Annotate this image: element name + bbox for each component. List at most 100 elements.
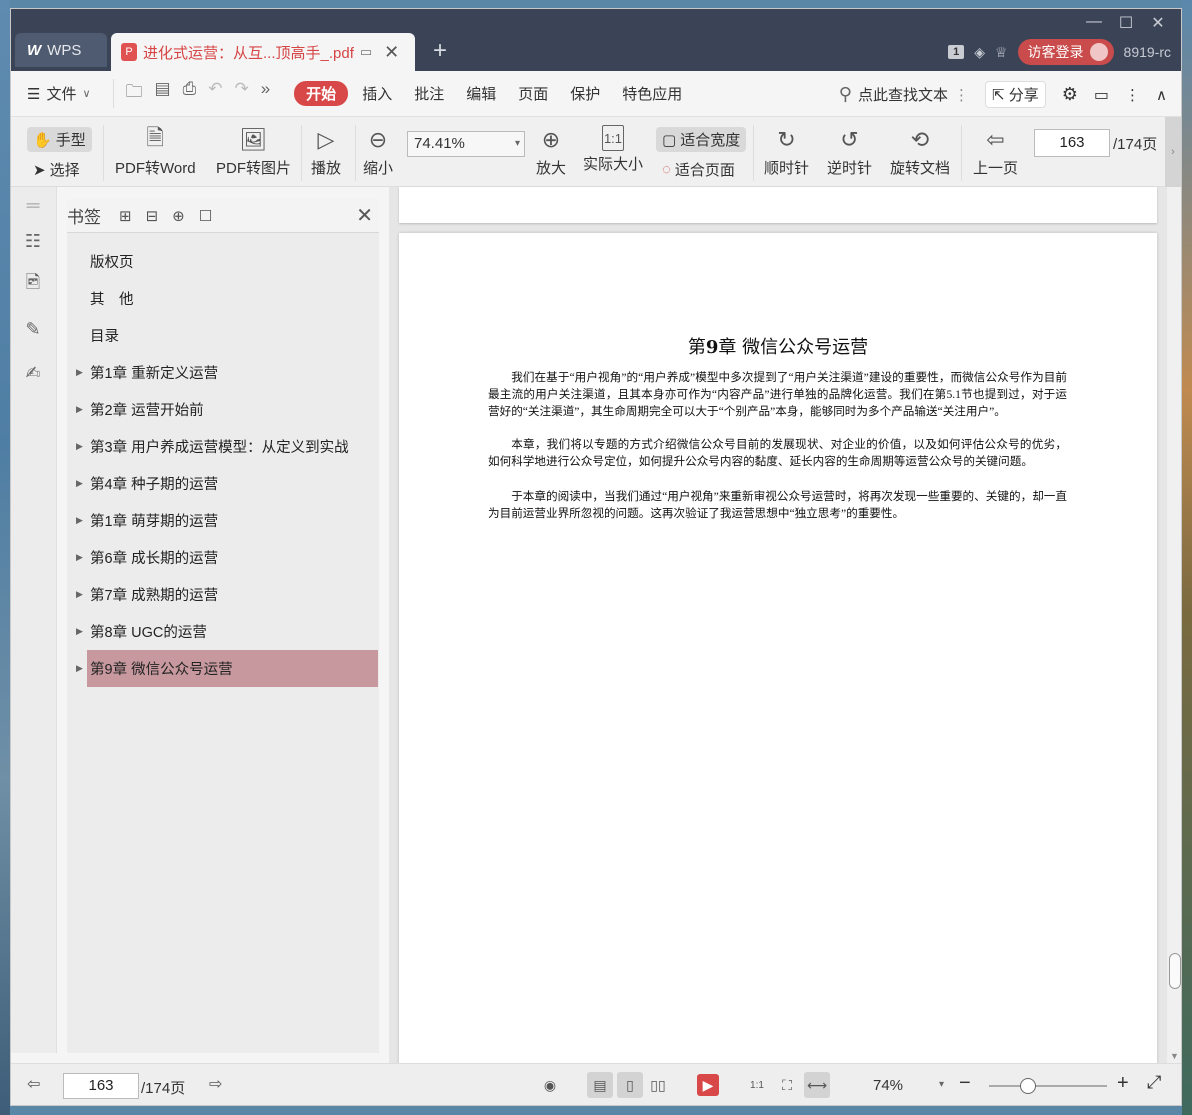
scroll-down-icon[interactable]: ▼	[1170, 1051, 1179, 1061]
zoom-in-button[interactable]: ⊕ 放大	[536, 125, 566, 178]
document-view[interactable]: 第9章 微信公众号运营 我们在基于“用户视角”的“用户养成”模型中多次提到了“用…	[389, 187, 1167, 1073]
more-vertical-icon[interactable]: ⋮	[1125, 86, 1140, 104]
zoom-minus-icon[interactable]: −	[959, 1072, 971, 1095]
expand-arrow-icon[interactable]: ▶	[76, 626, 83, 637]
zoom-plus-icon[interactable]: +	[1117, 1072, 1129, 1095]
find-text-button[interactable]: ⚲ 点此查找文本 ⋮	[839, 84, 969, 105]
two-page-icon[interactable]: ▯▯	[645, 1072, 671, 1098]
annotation-icon[interactable]: ✎	[21, 317, 45, 341]
comment-icon[interactable]: ▭	[1094, 85, 1109, 105]
rotate-clockwise-button[interactable]: ↻ 顺时针	[764, 125, 809, 178]
bookmark-item[interactable]: ▶ 第7章 成熟期的运营	[67, 576, 379, 613]
next-page-arrow-icon[interactable]: ⇨	[209, 1074, 222, 1094]
more-icon[interactable]: »	[261, 79, 270, 108]
gear-icon[interactable]: ⚙	[1062, 84, 1078, 105]
fit-width-status-icon[interactable]: ⟷	[804, 1072, 830, 1098]
pdf-to-image-button[interactable]: 🖼 PDF转图片	[216, 125, 291, 178]
expand-arrow-icon[interactable]: ▶	[76, 478, 83, 489]
new-tab-icon[interactable]: +	[433, 37, 447, 65]
eye-icon[interactable]: ◉	[537, 1072, 563, 1098]
bookmark-item[interactable]: ▶ 第6章 成长期的运营	[67, 539, 379, 576]
bookmark-item[interactable]: ▶ 第2章 运营开始前	[67, 391, 379, 428]
undo-icon[interactable]: ↶	[208, 79, 222, 108]
rotate-document-button[interactable]: ⟲ 旋转文档	[890, 125, 950, 178]
file-menu[interactable]: ☰ 文件 ∨	[27, 83, 91, 104]
open-folder-icon[interactable]: 🗀	[126, 79, 143, 108]
bookmark-item[interactable]: ▶ 第1章 重新定义运营	[67, 354, 379, 391]
menu-annotate[interactable]: 批注	[414, 83, 444, 104]
menu-insert[interactable]: 插入	[362, 83, 392, 104]
collapse-ribbon-icon[interactable]: ∧	[1156, 86, 1167, 104]
play-slideshow-icon[interactable]: ▶	[697, 1074, 719, 1096]
vertical-scrollbar[interactable]: ▼	[1167, 187, 1181, 1063]
menu-protect[interactable]: 保护	[570, 83, 600, 104]
prev-page-arrow-icon[interactable]: ⇦	[27, 1074, 40, 1094]
fit-width-button[interactable]: ▢ 适合宽度	[656, 127, 747, 152]
expand-arrow-icon[interactable]: ▶	[76, 441, 83, 452]
play-button[interactable]: ▷ 播放	[311, 125, 341, 178]
zoom-slider-track[interactable]	[989, 1085, 1107, 1087]
share-button[interactable]: ⇱ 分享	[984, 81, 1046, 108]
expand-arrow-icon[interactable]: ▶	[76, 367, 83, 378]
zoom-dropdown-icon[interactable]: ▾	[939, 1079, 944, 1090]
minimize-icon[interactable]: —	[1079, 13, 1109, 31]
thumbnail-icon[interactable]: 🖻	[21, 272, 45, 297]
guest-login-button[interactable]: 访客登录	[1017, 39, 1114, 65]
maximize-icon[interactable]: ☐	[1111, 13, 1141, 33]
menu-special[interactable]: 特色应用	[622, 83, 682, 104]
expand-arrow-icon[interactable]: ▶	[76, 589, 83, 600]
menu-start[interactable]: 开始	[294, 81, 349, 106]
zoom-out-button[interactable]: ⊖ 缩小	[363, 125, 393, 178]
skin-icon[interactable]: ◈	[974, 44, 985, 61]
single-page-icon[interactable]: ▯	[617, 1072, 643, 1098]
close-tab-icon[interactable]: ✕	[384, 42, 399, 63]
fit-page-status-icon[interactable]: ⛶	[774, 1072, 800, 1098]
ribbon-scroll-right-icon[interactable]: ›	[1165, 117, 1181, 187]
scroll-thumb[interactable]	[1169, 953, 1181, 989]
actual-size-status-icon[interactable]: 1:1	[744, 1072, 770, 1098]
signature-icon[interactable]: ✍	[21, 361, 45, 385]
continuous-page-icon[interactable]: ▤	[587, 1072, 613, 1098]
redo-icon[interactable]: ↷	[234, 79, 248, 108]
status-page-input[interactable]: 163	[63, 1073, 139, 1099]
bookmark-item[interactable]: 其 他	[67, 280, 379, 317]
bookmark-item[interactable]: ▶ 第1章 萌芽期的运营	[67, 502, 379, 539]
bookmark-item[interactable]: ▶ 第3章 用户养成运营模型：从定义到实战	[67, 428, 379, 465]
expand-arrow-icon[interactable]: ▶	[76, 515, 83, 526]
add-bookmark-icon[interactable]: ⊕	[172, 207, 185, 225]
expand-all-icon[interactable]: ⊞	[119, 207, 132, 225]
fit-page-button[interactable]: ◌ 适合页面	[662, 159, 735, 180]
tab-wps-home[interactable]: W WPS	[15, 33, 107, 67]
print-icon[interactable]: ⎙	[183, 79, 197, 108]
expand-arrow-icon[interactable]: ▶	[76, 663, 83, 674]
bookmark-item[interactable]: ▶ 第4章 种子期的运营	[67, 465, 379, 502]
shirt-icon[interactable]: ♕	[995, 44, 1008, 61]
bookmark-item[interactable]: ▶ 第8章 UGC的运营	[67, 613, 379, 650]
menu-page[interactable]: 页面	[518, 83, 548, 104]
tab-document[interactable]: P 进化式运营：从互...顶高手_.pdf ▭ ✕	[111, 33, 415, 71]
hand-tool-button[interactable]: ✋ 手型	[27, 127, 92, 152]
expand-arrow-icon[interactable]: ▶	[76, 404, 83, 415]
save-icon[interactable]: ▤	[155, 79, 171, 108]
rotate-counterclockwise-button[interactable]: ↺ 逆时针	[827, 125, 872, 178]
expand-arrow-icon[interactable]: ▶	[76, 552, 83, 563]
monitor-icon[interactable]: ▭	[360, 44, 372, 60]
zoom-slider-knob[interactable]	[1019, 1078, 1036, 1094]
page-number-input[interactable]: 163	[1034, 129, 1110, 157]
outline-icon[interactable]: ☷	[21, 229, 45, 253]
prev-page-button[interactable]: ⇦ 上一页	[973, 125, 1018, 178]
collapse-all-icon[interactable]: ⊟	[146, 207, 159, 225]
fullscreen-icon[interactable]: ⤢	[1147, 1072, 1161, 1093]
zoom-select[interactable]: 74.41% ▾	[407, 131, 525, 157]
menu-edit[interactable]: 编辑	[466, 83, 496, 104]
close-window-icon[interactable]: ✕	[1143, 13, 1173, 33]
select-tool-button[interactable]: ➤ 选择	[33, 159, 80, 180]
bookmark-item[interactable]: 目录	[67, 317, 379, 354]
bookmark-settings-icon[interactable]: ☐	[199, 207, 212, 225]
close-icon[interactable]: ✕	[356, 203, 373, 228]
window-count-badge[interactable]: 1	[948, 45, 965, 59]
bookmark-item[interactable]: 版权页	[67, 243, 379, 280]
bookmark-item[interactable]: ▶ 第9章 微信公众号运营	[76, 650, 378, 687]
actual-size-button[interactable]: 1:1 实际大小	[583, 125, 643, 174]
pdf-to-word-button[interactable]: 🗎 PDF转Word	[115, 125, 196, 178]
